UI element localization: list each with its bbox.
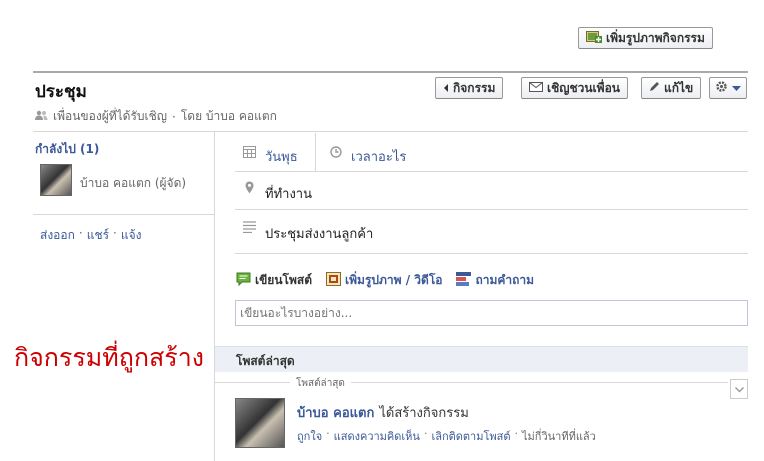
separator: ·: [423, 427, 428, 440]
guest-name[interactable]: บ้าบอ คอแตก (ผู้จัด): [80, 174, 186, 193]
composer-tabs: เขียนโพสต์ เพิ่มรูปภาพ / วิดีโอ ถามคำถาม: [236, 271, 534, 290]
story-headline: บ้าบอ คอแตก ได้สร้างกิจกรรม: [297, 402, 469, 423]
unfollow-post-link[interactable]: เลิกติดตามโพสต์: [431, 427, 510, 445]
header-rule: [33, 71, 748, 73]
events-back-button[interactable]: กิจกรรม: [435, 77, 504, 99]
chevron-left-icon: [443, 81, 449, 95]
add-event-photo-button[interactable]: เพิ่มรูปภาพกิจกรรม: [578, 27, 713, 49]
column-divider: [214, 131, 215, 461]
report-link[interactable]: แจ้ง: [121, 226, 142, 245]
story-actor-link[interactable]: บ้าบอ คอแตก: [297, 402, 374, 423]
chevron-down-icon: [734, 382, 744, 396]
separator: ·: [113, 226, 117, 240]
event-day[interactable]: วันพุธ: [265, 146, 298, 167]
event-description: ประชุมส่งงานลูกค้า: [265, 227, 374, 242]
share-link[interactable]: แชร์: [87, 226, 109, 245]
privacy-text: เพื่อนของผู้ที่ได้รับเชิญ: [53, 109, 167, 123]
photo-add-icon: [586, 30, 602, 47]
detail-rule: [235, 209, 748, 210]
story-action: ได้สร้างกิจกรรม: [379, 406, 469, 421]
gear-icon: [715, 80, 728, 96]
tab-add-photo-video-label: เพิ่มรูปภาพ / วิดีโอ: [345, 273, 443, 287]
chevron-down-icon: [732, 81, 741, 95]
export-link[interactable]: ส่งออก: [40, 226, 75, 245]
photo-icon: [326, 272, 342, 289]
content-top-rule: [33, 131, 748, 132]
invite-friends-label: เชิญชวนเพื่อน: [547, 80, 620, 95]
sidebar-links: ส่งออก · แชร์ · แจ้ง: [40, 226, 141, 245]
description-lines-icon: [243, 221, 256, 236]
annotation-label: กิจกรรมที่ถูกสร้าง: [14, 343, 204, 372]
story-timestamp[interactable]: ไม่กี่วินาทีที่แล้ว: [522, 427, 596, 445]
speech-bubble-icon: [236, 272, 251, 289]
separator: ·: [326, 427, 330, 440]
organizer-text: โดย บ้าบอ คอแตก: [180, 109, 277, 123]
story-actions: ถูกใจ · แสดงความคิดเห็น · เลิกติดตามโพสต…: [297, 427, 596, 445]
story-options-button[interactable]: [730, 379, 748, 399]
invite-friends-button[interactable]: เชิญชวนเพื่อน: [521, 77, 628, 99]
composer-input[interactable]: [235, 300, 748, 326]
clock-icon: [330, 146, 342, 161]
sidebar-rule: [33, 214, 214, 215]
story-avatar[interactable]: [235, 398, 285, 448]
events-back-label: กิจกรรม: [453, 80, 496, 95]
tab-write-post[interactable]: เขียนโพสต์: [236, 271, 312, 290]
calendar-icon: [243, 146, 256, 161]
comment-link[interactable]: แสดงความคิดเห็น: [334, 427, 420, 445]
separator: ·: [514, 427, 519, 440]
event-time[interactable]: เวลาอะไร: [351, 146, 406, 167]
pencil-icon: [649, 81, 660, 95]
edit-button[interactable]: แก้ไข: [641, 77, 702, 99]
poll-icon: [456, 272, 472, 289]
detail-divider: [315, 133, 316, 171]
event-location: ที่ทำงาน: [265, 187, 312, 202]
envelope-icon: [529, 81, 543, 95]
going-heading[interactable]: กำลังไป (1): [35, 140, 99, 159]
feed-divider-label: โพสต์ล่าสุด: [290, 376, 351, 391]
detail-rule: [235, 253, 748, 254]
feed-header: โพสต์ล่าสุด: [236, 354, 295, 368]
location-pin-icon: [245, 181, 254, 197]
page-title: ประชุม: [35, 82, 87, 102]
tab-ask-question[interactable]: ถามคำถาม: [456, 271, 534, 290]
settings-menu-button[interactable]: [709, 77, 747, 99]
tab-ask-question-label: ถามคำถาม: [475, 273, 535, 287]
add-event-photo-label: เพิ่มรูปภาพกิจกรรม: [606, 30, 705, 45]
tab-add-photo-video[interactable]: เพิ่มรูปภาพ / วิดีโอ: [326, 271, 442, 290]
like-link[interactable]: ถูกใจ: [297, 427, 322, 445]
edit-label: แก้ไข: [664, 80, 694, 95]
detail-rule: [235, 171, 748, 172]
guest-avatar[interactable]: [40, 164, 72, 196]
event-subtitle: เพื่อนของผู้ที่ได้รับเชิญ · โดย บ้าบอ คอ…: [35, 107, 277, 126]
separator: ·: [78, 226, 83, 240]
separator: ·: [172, 109, 176, 124]
tab-write-post-label: เขียนโพสต์: [255, 273, 313, 287]
friends-icon: [35, 110, 48, 124]
